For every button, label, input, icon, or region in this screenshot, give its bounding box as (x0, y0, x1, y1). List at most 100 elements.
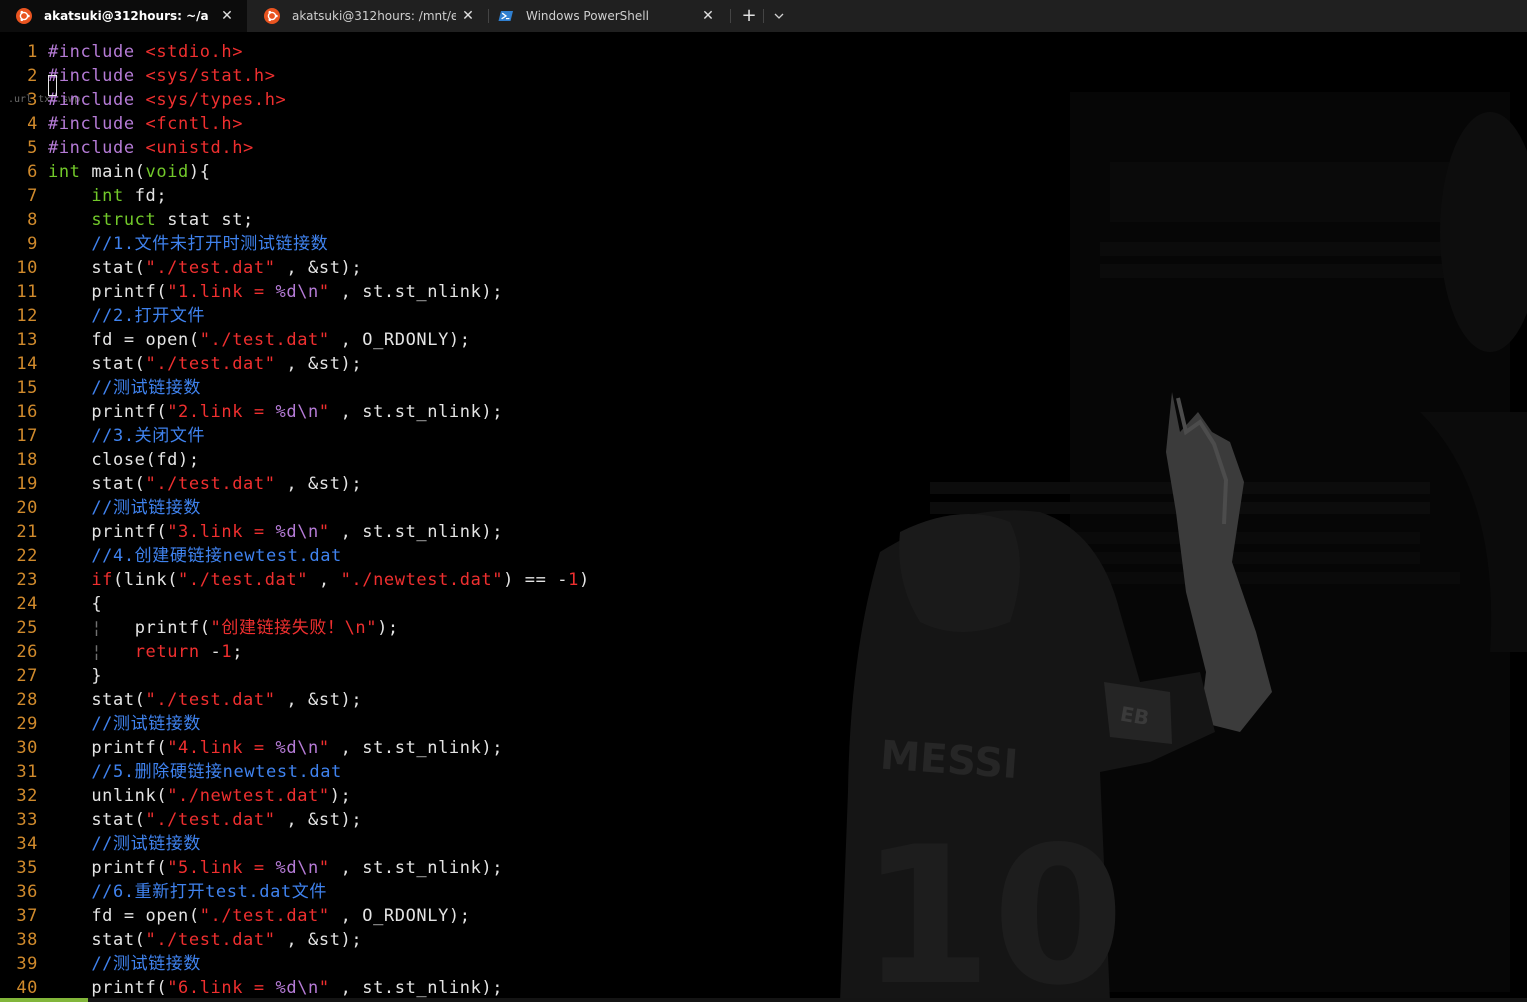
code-line[interactable]: 6 int main(void){ (0, 160, 1527, 184)
code-line[interactable]: 16 printf("2.link = %d\n" , st.st_nlink)… (0, 400, 1527, 424)
code-token: 1 (568, 570, 579, 590)
code-line[interactable]: 22 //4.创建硬链接newtest.dat (0, 544, 1527, 568)
code-line[interactable]: 24 { (0, 592, 1527, 616)
code-line[interactable]: 29 //测试链接数 (0, 712, 1527, 736)
code-token: " (318, 522, 330, 542)
chevron-down-icon[interactable] (770, 6, 788, 26)
code-line[interactable]: 9 //1.文件未打开时测试链接数 (0, 232, 1527, 256)
line-number: 9 (27, 234, 38, 254)
code-token: printf( (48, 858, 168, 878)
code-token: ) (578, 570, 590, 590)
close-icon[interactable]: ✕ (219, 8, 235, 24)
tab-terminal-mnt[interactable]: akatsuki@312hours: /mnt/e/gi ✕ (248, 0, 488, 32)
code-line[interactable]: 27 } (0, 664, 1527, 688)
code-token: //5.删除硬链接newtest.dat (48, 762, 342, 782)
code-token: "./test.dat" (145, 474, 276, 494)
code-text: if(link("./test.dat" , "./newtest.dat") … (48, 568, 590, 592)
code-token: //测试链接数 (48, 954, 202, 974)
code-line[interactable]: 2 #include <sys/stat.h> (0, 64, 1527, 88)
code-line[interactable]: 1 #include <stdio.h> (0, 40, 1527, 64)
code-token: #include (48, 42, 146, 62)
code-line[interactable]: 38 stat("./test.dat" , &st); (0, 928, 1527, 952)
code-token: (link( (113, 570, 179, 590)
code-token: "./test.dat" (145, 930, 276, 950)
code-line[interactable]: 40 printf("6.link = %d\n" , st.st_nlink)… (0, 976, 1527, 1000)
code-line[interactable]: 25 ¦ printf("创建链接失败！\n"); (0, 616, 1527, 640)
code-line[interactable]: 15 //测试链接数 (0, 376, 1527, 400)
code-line[interactable]: 31 //5.删除硬链接newtest.dat (0, 760, 1527, 784)
code-line[interactable]: 19 stat("./test.dat" , &st); (0, 472, 1527, 496)
tab-bar: akatsuki@312hours: ~/akatsu ✕ akatsuki@3… (0, 0, 1527, 32)
close-icon[interactable]: ✕ (700, 8, 716, 24)
code-line[interactable]: 26 ¦ return -1; (0, 640, 1527, 664)
code-line[interactable]: 30 printf("4.link = %d\n" , st.st_nlink)… (0, 736, 1527, 760)
code-line[interactable]: 36 //6.重新打开test.dat文件 (0, 880, 1527, 904)
code-token: , O_RDONLY); (329, 330, 471, 350)
code-token: printf( (48, 738, 168, 758)
code-line[interactable]: 8 struct stat st; (0, 208, 1527, 232)
code-line[interactable]: 18 close(fd); (0, 448, 1527, 472)
code-line[interactable]: 21 printf("3.link = %d\n" , st.st_nlink)… (0, 520, 1527, 544)
code-line[interactable]: 33 stat("./test.dat" , &st); (0, 808, 1527, 832)
tab-title: Windows PowerShell (526, 9, 649, 23)
line-number: 29 (16, 714, 38, 734)
code-line[interactable]: 4 #include <fcntl.h> (0, 112, 1527, 136)
code-token: //2.打开文件 (48, 306, 206, 326)
code-line[interactable]: 17 //3.关闭文件 (0, 424, 1527, 448)
terminal-pane[interactable]: EB MESSI 10 .url.txt.swp 1 #include <stdi… (0, 32, 1527, 1002)
line-number: 30 (16, 738, 38, 758)
tab-terminal-akatsu[interactable]: akatsuki@312hours: ~/akatsu ✕ (0, 0, 247, 32)
code-text: #include <sys/stat.h> (48, 64, 276, 88)
code-token: %d\n (275, 282, 319, 302)
code-line[interactable]: 32 unlink("./newtest.dat"); (0, 784, 1527, 808)
code-line[interactable]: 5 #include <unistd.h> (0, 136, 1527, 160)
code-token: if (91, 570, 114, 590)
text-cursor (48, 75, 57, 96)
code-line[interactable]: 14 stat("./test.dat" , &st); (0, 352, 1527, 376)
tab-title: akatsuki@312hours: /mnt/e/gi (292, 9, 456, 23)
code-line[interactable]: 35 printf("5.link = %d\n" , st.st_nlink)… (0, 856, 1527, 880)
code-line[interactable]: 12 //2.打开文件 (0, 304, 1527, 328)
code-token: printf( (102, 618, 211, 638)
code-text: //测试链接数 (48, 496, 201, 520)
code-token: %d\n (275, 402, 319, 422)
line-number: 8 (27, 210, 38, 230)
code-line[interactable]: 39 //测试链接数 (0, 952, 1527, 976)
new-tab-button[interactable]: + (739, 6, 759, 26)
code-text: //2.打开文件 (48, 304, 205, 328)
close-icon[interactable]: ✕ (460, 8, 476, 24)
code-token: void (145, 162, 189, 182)
tab-powershell[interactable]: Windows PowerShell ✕ (482, 0, 728, 32)
code-line[interactable]: 23 if(link("./test.dat" , "./newtest.dat… (0, 568, 1527, 592)
code-text: //测试链接数 (48, 376, 201, 400)
tab-title: akatsuki@312hours: ~/akatsu (44, 9, 208, 23)
code-text: } (48, 664, 102, 688)
code-text: printf("2.link = %d\n" , st.st_nlink); (48, 400, 503, 424)
code-line[interactable]: 3 #include <sys/types.h> (0, 88, 1527, 112)
code-token: ¦ (48, 618, 103, 638)
code-token: ¦ (48, 642, 103, 662)
code-line[interactable]: 11 printf("1.link = %d\n" , st.st_nlink)… (0, 280, 1527, 304)
code-line[interactable]: 13 fd = open("./test.dat" , O_RDONLY); (0, 328, 1527, 352)
code-token: %d\n (275, 522, 319, 542)
code-line[interactable]: 28 stat("./test.dat" , &st); (0, 688, 1527, 712)
code-token: , st.st_nlink); (329, 738, 504, 758)
code-line[interactable]: 7 int fd; (0, 184, 1527, 208)
code-line[interactable]: 34 //测试链接数 (0, 832, 1527, 856)
code-text: //1.文件未打开时测试链接数 (48, 232, 328, 256)
code-token: return (134, 642, 200, 662)
code-line[interactable]: 10 stat("./test.dat" , &st); (0, 256, 1527, 280)
code-token: #include (48, 114, 146, 134)
powershell-icon (498, 11, 513, 21)
code-line[interactable]: 37 fd = open("./test.dat" , O_RDONLY); (0, 904, 1527, 928)
code-token: , &st); (275, 474, 363, 494)
code-token: ); (377, 618, 399, 638)
code-token: "6.link = (167, 978, 276, 998)
code-line[interactable]: 20 //测试链接数 (0, 496, 1527, 520)
code-token: <stdio.h> (145, 42, 244, 62)
code-token: " (318, 402, 330, 422)
line-number: 35 (16, 858, 38, 878)
